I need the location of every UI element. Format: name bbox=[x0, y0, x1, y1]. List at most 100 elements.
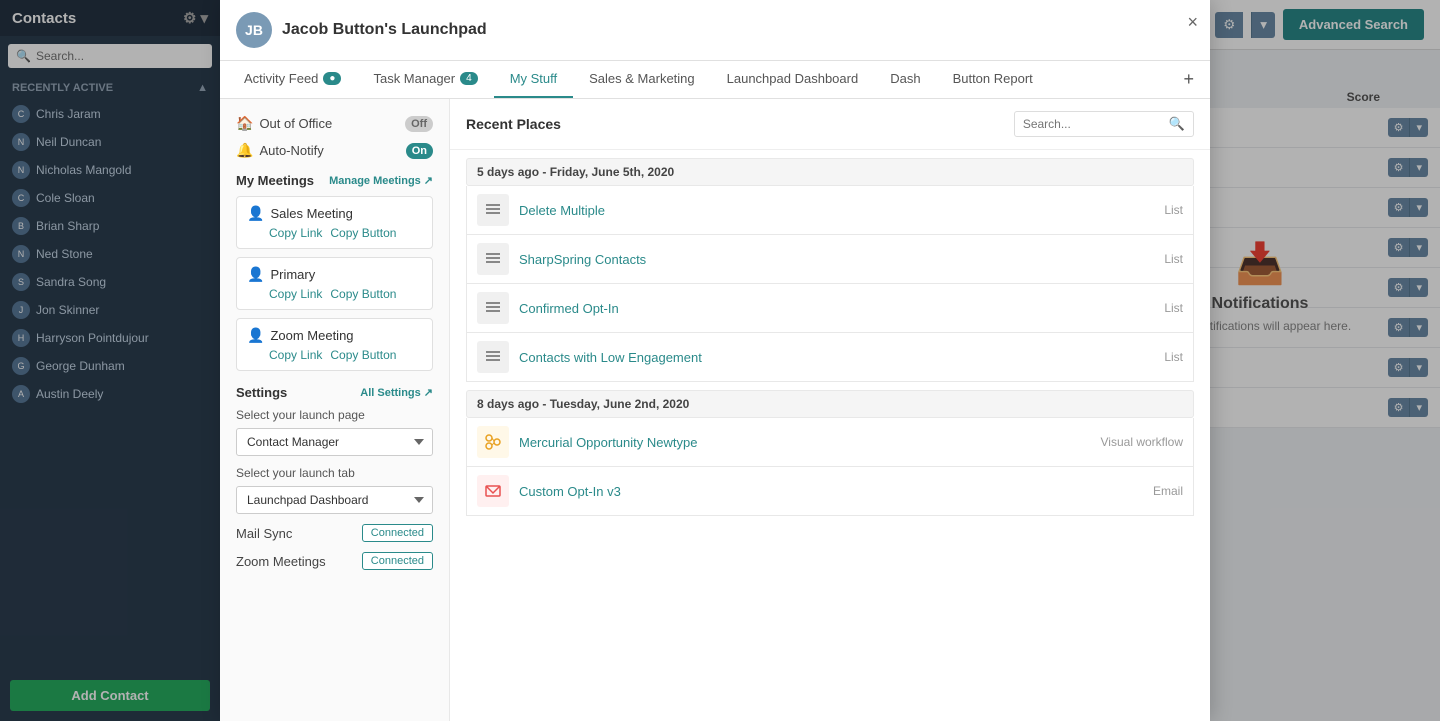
tab-label: Button Report bbox=[953, 71, 1033, 86]
list-item[interactable]: Mercurial Opportunity Newtype Visual wor… bbox=[466, 418, 1194, 467]
place-type: List bbox=[1164, 301, 1183, 315]
place-type: Email bbox=[1153, 484, 1183, 498]
task-manager-badge: 4 bbox=[460, 72, 478, 85]
tab-label: Task Manager bbox=[373, 71, 455, 86]
meeting-links-primary: Copy Link Copy Button bbox=[247, 287, 422, 301]
recent-places-title: Recent Places bbox=[466, 116, 561, 132]
tab-button-report[interactable]: Button Report bbox=[937, 61, 1049, 98]
meeting-links-sales: Copy Link Copy Button bbox=[247, 226, 422, 240]
out-of-office-toggle[interactable]: Off bbox=[405, 116, 433, 132]
meeting-name-sales: 👤 Sales Meeting bbox=[247, 205, 422, 222]
auto-notify-toggle[interactable]: On bbox=[406, 143, 433, 159]
meeting-name-zoom: 👤 Zoom Meeting bbox=[247, 327, 422, 344]
tab-my-stuff[interactable]: My Stuff bbox=[494, 61, 573, 98]
zoom-meetings-label: Zoom Meetings bbox=[236, 554, 326, 569]
tab-launchpad-dashboard[interactable]: Launchpad Dashboard bbox=[711, 61, 875, 98]
date-section-2: 8 days ago - Tuesday, June 2nd, 2020 Mer… bbox=[466, 390, 1194, 516]
manage-meetings-text: Manage Meetings bbox=[329, 175, 421, 187]
auto-notify-label: Auto-Notify bbox=[259, 143, 323, 158]
settings-label: Settings bbox=[236, 385, 287, 400]
list-icon bbox=[477, 243, 509, 275]
meeting-person-icon-3: 👤 bbox=[247, 327, 264, 344]
tab-dash[interactable]: Dash bbox=[874, 61, 936, 98]
place-name[interactable]: Delete Multiple bbox=[519, 203, 1154, 218]
launch-page-label: Select your launch page bbox=[236, 408, 433, 422]
tab-label: Activity Feed bbox=[244, 71, 318, 86]
zoom-meetings-status: Connected bbox=[362, 552, 433, 570]
list-item[interactable]: Contacts with Low Engagement List bbox=[466, 333, 1194, 382]
sales-copy-button[interactable]: Copy Button bbox=[330, 226, 396, 240]
place-name[interactable]: SharpSpring Contacts bbox=[519, 252, 1154, 267]
bell-icon: 🔔 bbox=[236, 142, 253, 159]
zoom-copy-button[interactable]: Copy Button bbox=[330, 348, 396, 362]
sales-copy-link[interactable]: Copy Link bbox=[269, 226, 322, 240]
list-item[interactable]: Delete Multiple List bbox=[466, 186, 1194, 235]
settings-section: Settings All Settings ↗ bbox=[236, 385, 433, 400]
manage-meetings-link[interactable]: Manage Meetings ↗ bbox=[329, 174, 433, 187]
mail-sync-row: Mail Sync Connected bbox=[236, 524, 433, 542]
my-meetings-section: My Meetings Manage Meetings ↗ bbox=[236, 173, 433, 188]
zoom-meetings-row: Zoom Meetings Connected bbox=[236, 552, 433, 570]
primary-copy-link[interactable]: Copy Link bbox=[269, 287, 322, 301]
list-icon bbox=[477, 194, 509, 226]
all-settings-text: All Settings bbox=[360, 387, 421, 399]
recent-places-content: 5 days ago - Friday, June 5th, 2020 Dele… bbox=[450, 150, 1210, 721]
tab-task-manager[interactable]: Task Manager 4 bbox=[357, 61, 493, 98]
out-of-office-label: Out of Office bbox=[259, 116, 332, 131]
place-name[interactable]: Custom Opt-In v3 bbox=[519, 484, 1143, 499]
activity-feed-badge: ● bbox=[323, 72, 341, 85]
list-icon bbox=[477, 292, 509, 324]
email-icon bbox=[477, 475, 509, 507]
modal-body: 🏠 Out of Office Off 🔔 Auto-Notify On My … bbox=[220, 99, 1210, 721]
zoom-copy-link[interactable]: Copy Link bbox=[269, 348, 322, 362]
meeting-links-zoom: Copy Link Copy Button bbox=[247, 348, 422, 362]
launch-page-dropdown[interactable]: Contact Manager Dashboard Reports bbox=[236, 428, 433, 456]
all-settings-link[interactable]: All Settings ↗ bbox=[360, 386, 433, 399]
list-icon bbox=[477, 341, 509, 373]
place-type: Visual workflow bbox=[1101, 435, 1183, 449]
meeting-person-icon: 👤 bbox=[247, 205, 264, 222]
meeting-name-text: Zoom Meeting bbox=[270, 328, 353, 343]
place-name[interactable]: Contacts with Low Engagement bbox=[519, 350, 1154, 365]
recent-places-search: 🔍 bbox=[1014, 111, 1194, 137]
mail-sync-label: Mail Sync bbox=[236, 526, 292, 541]
out-of-office-row: 🏠 Out of Office Off bbox=[236, 115, 433, 132]
meeting-name-primary: 👤 Primary bbox=[247, 266, 422, 283]
my-meetings-label: My Meetings bbox=[236, 173, 314, 188]
meeting-person-icon-2: 👤 bbox=[247, 266, 264, 283]
modal-right-panel: Recent Places 🔍 5 days ago - Friday, Jun… bbox=[450, 99, 1210, 721]
tab-label: Launchpad Dashboard bbox=[727, 71, 859, 86]
list-item[interactable]: Confirmed Opt-In List bbox=[466, 284, 1194, 333]
modal-tabs: Activity Feed ● Task Manager 4 My Stuff … bbox=[220, 61, 1210, 99]
workflow-icon bbox=[477, 426, 509, 458]
recent-places-header: Recent Places 🔍 bbox=[450, 99, 1210, 150]
tab-label: Sales & Marketing bbox=[589, 71, 695, 86]
meeting-name-text: Sales Meeting bbox=[270, 206, 352, 221]
place-type: List bbox=[1164, 252, 1183, 266]
date-heading-1: 5 days ago - Friday, June 5th, 2020 bbox=[466, 158, 1194, 186]
search-icon: 🔍 bbox=[1169, 116, 1185, 132]
modal-title: Jacob Button's Launchpad bbox=[282, 21, 487, 39]
tab-sales-marketing[interactable]: Sales & Marketing bbox=[573, 61, 711, 98]
auto-notify-label-group: 🔔 Auto-Notify bbox=[236, 142, 324, 159]
modal-close-button[interactable]: × bbox=[1187, 12, 1198, 33]
list-item[interactable]: Custom Opt-In v3 Email bbox=[466, 467, 1194, 516]
date-heading-2: 8 days ago - Tuesday, June 2nd, 2020 bbox=[466, 390, 1194, 418]
meeting-name-text: Primary bbox=[270, 267, 315, 282]
recent-places-search-input[interactable] bbox=[1023, 117, 1163, 131]
place-name[interactable]: Confirmed Opt-In bbox=[519, 301, 1154, 316]
date-section-1: 5 days ago - Friday, June 5th, 2020 Dele… bbox=[466, 158, 1194, 382]
launch-tab-label: Select your launch tab bbox=[236, 466, 433, 480]
add-tab-button[interactable]: + bbox=[1175, 61, 1202, 98]
place-name[interactable]: Mercurial Opportunity Newtype bbox=[519, 435, 1091, 450]
primary-copy-button[interactable]: Copy Button bbox=[330, 287, 396, 301]
meeting-card-zoom: 👤 Zoom Meeting Copy Link Copy Button bbox=[236, 318, 433, 371]
meeting-card-primary: 👤 Primary Copy Link Copy Button bbox=[236, 257, 433, 310]
modal: JB Jacob Button's Launchpad × Activity F… bbox=[220, 0, 1210, 721]
tab-activity-feed[interactable]: Activity Feed ● bbox=[228, 61, 357, 98]
tab-label: My Stuff bbox=[510, 71, 557, 86]
modal-header: JB Jacob Button's Launchpad × bbox=[220, 0, 1210, 61]
launch-tab-dropdown[interactable]: Launchpad Dashboard Activity Feed My Stu… bbox=[236, 486, 433, 514]
modal-avatar: JB bbox=[236, 12, 272, 48]
list-item[interactable]: SharpSpring Contacts List bbox=[466, 235, 1194, 284]
